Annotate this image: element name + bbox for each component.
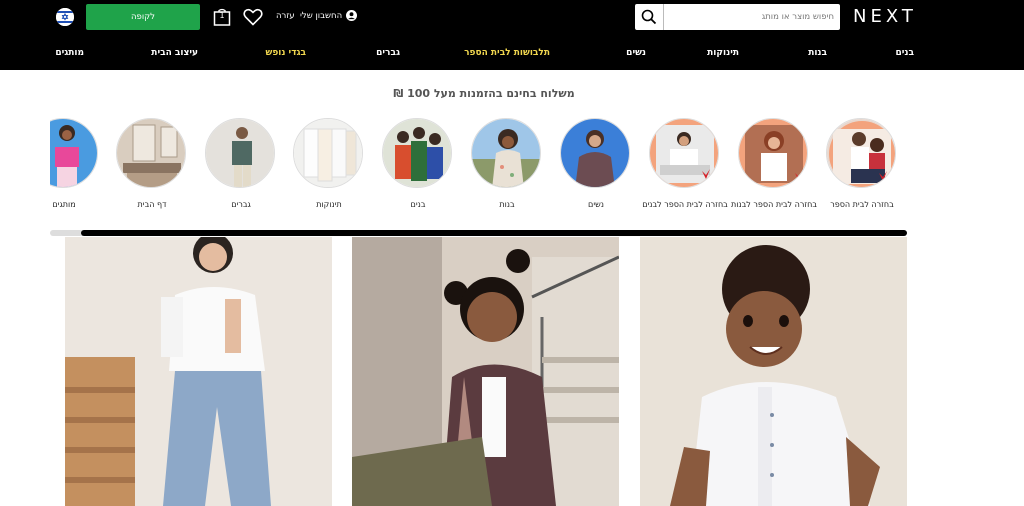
category-label: דף הבית [137,200,167,209]
category-label: נשים [588,200,604,209]
category-image [293,118,363,188]
nav-item-girls[interactable]: בנות [808,48,827,58]
main-nav: בנים בנות תינוקות נשים תלבושות לבית הספר… [0,48,1024,62]
nav-item-brands[interactable]: מותגים [55,48,84,58]
promo-image-boys[interactable] [640,237,907,506]
category-image [738,118,808,188]
category-image [471,118,541,188]
carousel-edge-mask [0,110,50,220]
category-image [560,118,630,188]
category-men[interactable]: גברים [205,118,277,209]
carousel-scroll-thumb[interactable] [81,230,907,236]
nav-item-school-uniforms[interactable]: תלבושות לבית הספר [464,48,550,58]
search-input[interactable] [665,4,840,30]
search-button[interactable] [635,4,664,30]
help-link[interactable]: עזרה [276,11,295,21]
search-bar [635,4,840,30]
account-link[interactable]: החשבון שלי [300,10,358,21]
nav-item-men[interactable]: גברים [376,48,400,58]
category-image [116,118,186,188]
israel-flag-icon[interactable] [56,8,74,26]
category-image [826,118,896,188]
category-label: בחזרה לבית הספר [830,200,894,209]
category-back-to-school[interactable]: בחזרה לבית הספר [826,118,898,209]
checkout-button[interactable]: לקופה [86,4,200,30]
category-back-to-school-girls[interactable]: בחזרה לבית הספר לבנות [731,118,817,209]
nav-item-women[interactable]: נשים [626,48,646,58]
category-baby[interactable]: תינוקות [293,118,365,209]
category-image [205,118,275,188]
promo-image-girls[interactable] [352,237,619,506]
category-label: בנים [410,200,426,209]
nav-item-baby[interactable]: תינוקות [707,48,739,58]
category-back-to-school-boys[interactable]: בחזרה לבית הספר לבנים [642,118,728,209]
category-label: בחזרה לבית הספר לבנות [731,200,817,209]
heart-icon[interactable] [243,8,263,26]
category-women[interactable]: נשים [560,118,632,209]
category-girls[interactable]: בנות [471,118,543,209]
category-image [649,118,719,188]
category-image [382,118,452,188]
nav-item-holiday[interactable]: בגדי נופש [266,48,307,58]
user-icon [346,10,358,21]
bag-count: 1 [219,11,225,20]
free-delivery-banner[interactable]: משלוח בחינם בהזמנות מעל 100 ₪ [0,87,1024,100]
search-icon [641,9,657,25]
nav-item-home[interactable]: עיצוב הבית [151,48,198,58]
category-label: גברים [231,200,251,209]
next-logo[interactable]: NEXT [853,6,917,27]
promo-image-women[interactable] [65,237,332,506]
account-label: החשבון שלי [300,10,343,21]
category-home[interactable]: דף הבית [116,118,188,209]
category-label: בנות [499,200,515,209]
nav-item-boys[interactable]: בנים [896,48,914,58]
category-label: בחזרה לבית הספר לבנים [642,200,728,209]
category-label: תינוקות [316,200,342,209]
site-header: NEXT החשבון שלי עזרה 1 לקופה [0,0,1024,70]
shopping-bag[interactable]: 1 [213,8,231,26]
category-boys[interactable]: בנים [382,118,454,209]
